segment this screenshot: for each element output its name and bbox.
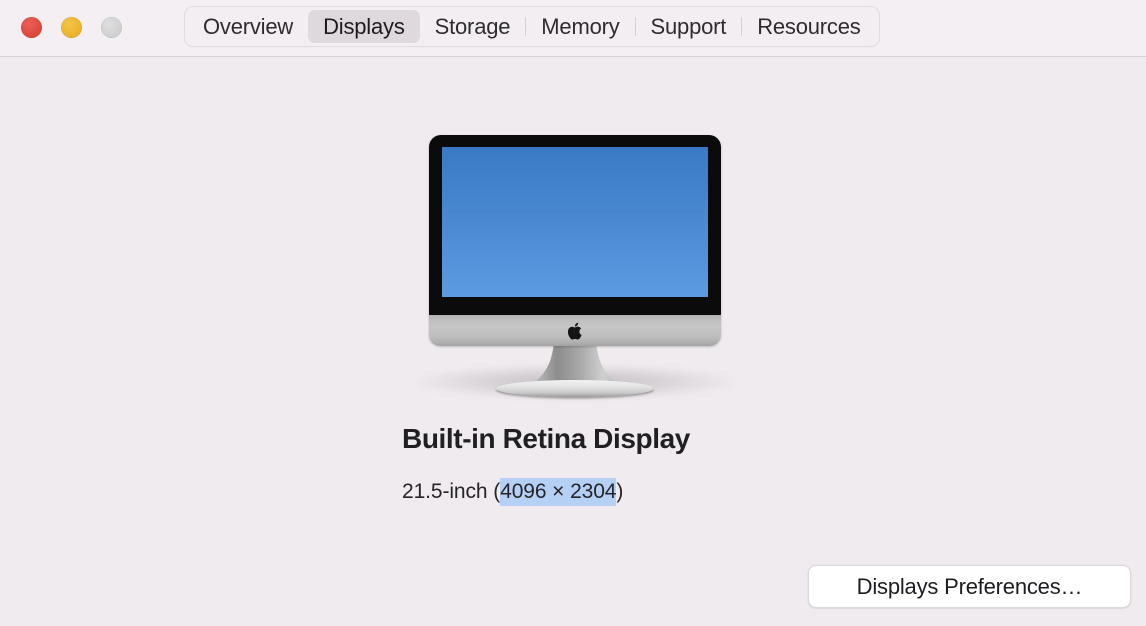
window-toolbar: Overview Displays Storage Memory Support…	[0, 0, 1146, 57]
display-specs: 21.5-inch (4096 × 2304)	[402, 478, 624, 506]
displays-panel: Built-in Retina Display 21.5-inch (4096 …	[0, 57, 1146, 626]
tab-displays[interactable]: Displays	[308, 10, 420, 43]
traffic-light-controls	[21, 17, 122, 38]
tab-memory[interactable]: Memory	[526, 10, 634, 43]
imac-bezel	[429, 135, 721, 317]
imac-stand-base	[496, 380, 654, 397]
imac-screen	[442, 147, 708, 297]
display-specs-suffix: )	[616, 480, 624, 503]
minimize-button[interactable]	[61, 17, 82, 38]
zoom-button	[101, 17, 122, 38]
about-this-mac-window: Overview Displays Storage Memory Support…	[0, 0, 1146, 626]
display-size-label: 21.5-inch (	[402, 480, 501, 503]
tab-overview[interactable]: Overview	[188, 10, 308, 43]
apple-logo-icon	[567, 322, 582, 340]
imac-chin	[429, 315, 721, 346]
page-title: Built-in Retina Display	[402, 423, 690, 454]
tab-bar: Overview Displays Storage Memory Support…	[184, 6, 880, 47]
tab-storage[interactable]: Storage	[420, 10, 526, 43]
tab-support[interactable]: Support	[636, 10, 742, 43]
close-button[interactable]	[21, 17, 42, 38]
imac-illustration	[410, 127, 740, 417]
tab-resources[interactable]: Resources	[742, 10, 875, 43]
display-resolution-selected[interactable]: 4096 × 2304	[500, 478, 617, 506]
displays-preferences-button[interactable]: Displays Preferences…	[808, 565, 1131, 608]
